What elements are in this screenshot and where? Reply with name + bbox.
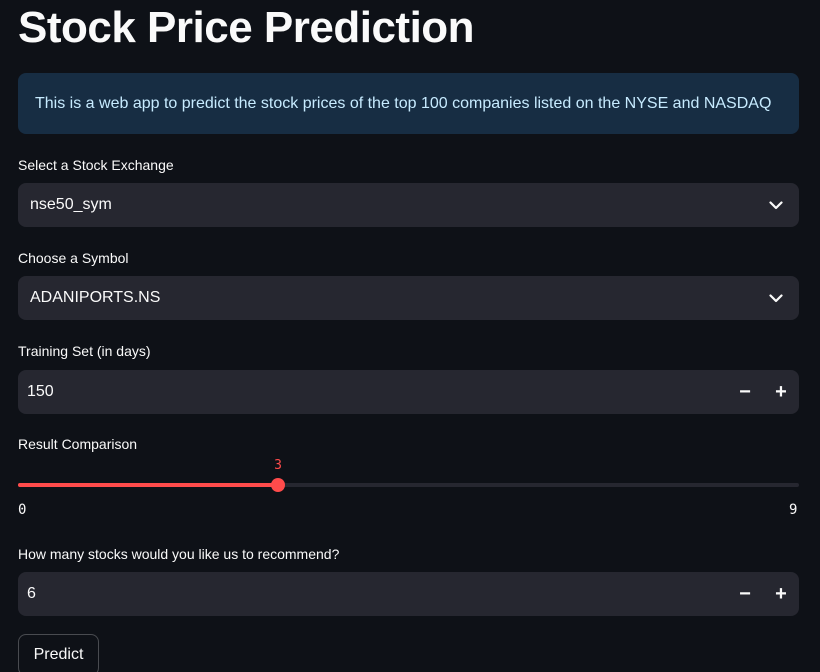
- training-days-input[interactable]: 150 − +: [18, 370, 799, 414]
- symbol-label: Choose a Symbol: [18, 250, 129, 266]
- exchange-selected-value: nse50_sym: [30, 196, 112, 213]
- comparison-slider[interactable]: [18, 478, 799, 492]
- symbol-selected-value: ADANIPORTS.NS: [30, 289, 161, 306]
- slider-fill: [18, 483, 278, 487]
- recommend-label: How many stocks would you like us to rec…: [18, 546, 340, 562]
- recommend-increment-button[interactable]: +: [763, 572, 799, 616]
- exchange-label: Select a Stock Exchange: [18, 157, 174, 173]
- app-page: Stock Price Prediction This is a web app…: [0, 0, 820, 672]
- exchange-select[interactable]: nse50_sym: [18, 183, 799, 227]
- training-increment-button[interactable]: +: [763, 370, 799, 414]
- slider-min-label: 0: [18, 502, 27, 518]
- predict-button[interactable]: Predict: [18, 634, 99, 672]
- slider-thumb[interactable]: [271, 478, 285, 492]
- training-decrement-button[interactable]: −: [727, 370, 763, 414]
- slider-current-value: 3: [274, 458, 282, 473]
- recommend-count-value[interactable]: 6: [27, 585, 727, 603]
- slider-max-label: 9: [789, 502, 798, 518]
- info-text: This is a web app to predict the stock p…: [35, 94, 772, 112]
- training-label: Training Set (in days): [18, 343, 151, 359]
- symbol-select[interactable]: ADANIPORTS.NS: [18, 276, 799, 320]
- page-title: Stock Price Prediction: [18, 3, 475, 52]
- chevron-down-icon[interactable]: [753, 183, 799, 227]
- recommend-decrement-button[interactable]: −: [727, 572, 763, 616]
- comparison-label: Result Comparison: [18, 436, 138, 452]
- training-days-value[interactable]: 150: [27, 383, 727, 401]
- chevron-down-icon[interactable]: [753, 276, 799, 320]
- info-alert: This is a web app to predict the stock p…: [18, 73, 799, 134]
- recommend-count-input[interactable]: 6 − +: [18, 572, 799, 616]
